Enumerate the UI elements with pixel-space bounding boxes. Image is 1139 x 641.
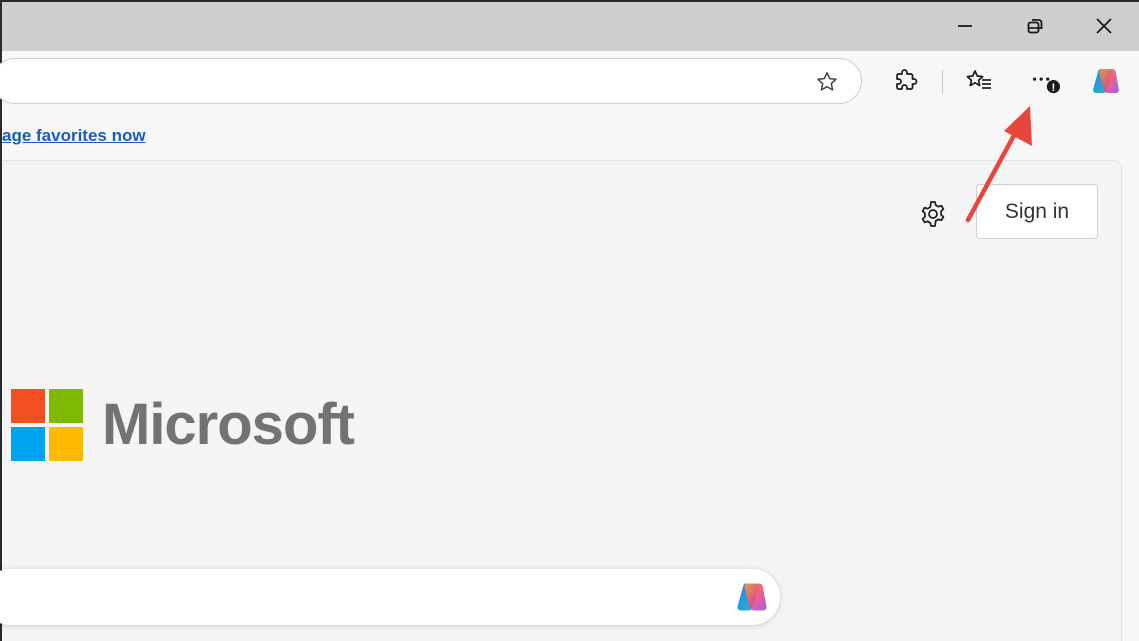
favorites-button[interactable] (963, 65, 995, 97)
microsoft-wordmark: Microsoft (102, 392, 355, 457)
restore-window-button[interactable] (1000, 2, 1070, 49)
logo-green-square (49, 389, 83, 423)
copilot-icon (737, 583, 767, 611)
sign-in-button[interactable]: Sign in (976, 184, 1098, 239)
more-options-badge: ! (1052, 82, 1056, 94)
microsoft-logo (11, 389, 83, 461)
star-outline-icon (817, 72, 837, 91)
close-icon (1096, 17, 1112, 34)
favorites-icon (966, 70, 991, 89)
toolbar-separator (942, 70, 943, 94)
favorites-bar: age favorites now (2, 111, 1139, 160)
logo-red-square (11, 389, 45, 423)
more-options-button[interactable]: ! (1028, 65, 1060, 97)
add-favorite-button[interactable] (815, 70, 839, 99)
search-copilot-button[interactable] (734, 579, 770, 620)
extensions-button[interactable] (890, 65, 922, 97)
web-search-box[interactable] (0, 569, 780, 625)
close-window-button[interactable] (1069, 2, 1139, 49)
more-options-icon: ! (1032, 77, 1060, 94)
logo-blue-square (11, 427, 45, 461)
manage-favorites-link[interactable]: age favorites now (2, 126, 146, 146)
extensions-icon (896, 69, 918, 90)
gear-icon (921, 201, 945, 227)
minimize-icon (958, 24, 972, 27)
address-bar[interactable] (0, 58, 862, 104)
restore-icon (1027, 18, 1043, 33)
browser-toolbar: ! (0, 51, 1139, 111)
copilot-button[interactable] (1090, 65, 1122, 97)
copilot-icon (1093, 68, 1119, 94)
new-tab-page: Sign in Microsoft (0, 160, 1122, 641)
minimize-window-button[interactable] (930, 2, 1000, 49)
page-settings-button[interactable] (916, 197, 950, 231)
logo-yellow-square (49, 427, 83, 461)
